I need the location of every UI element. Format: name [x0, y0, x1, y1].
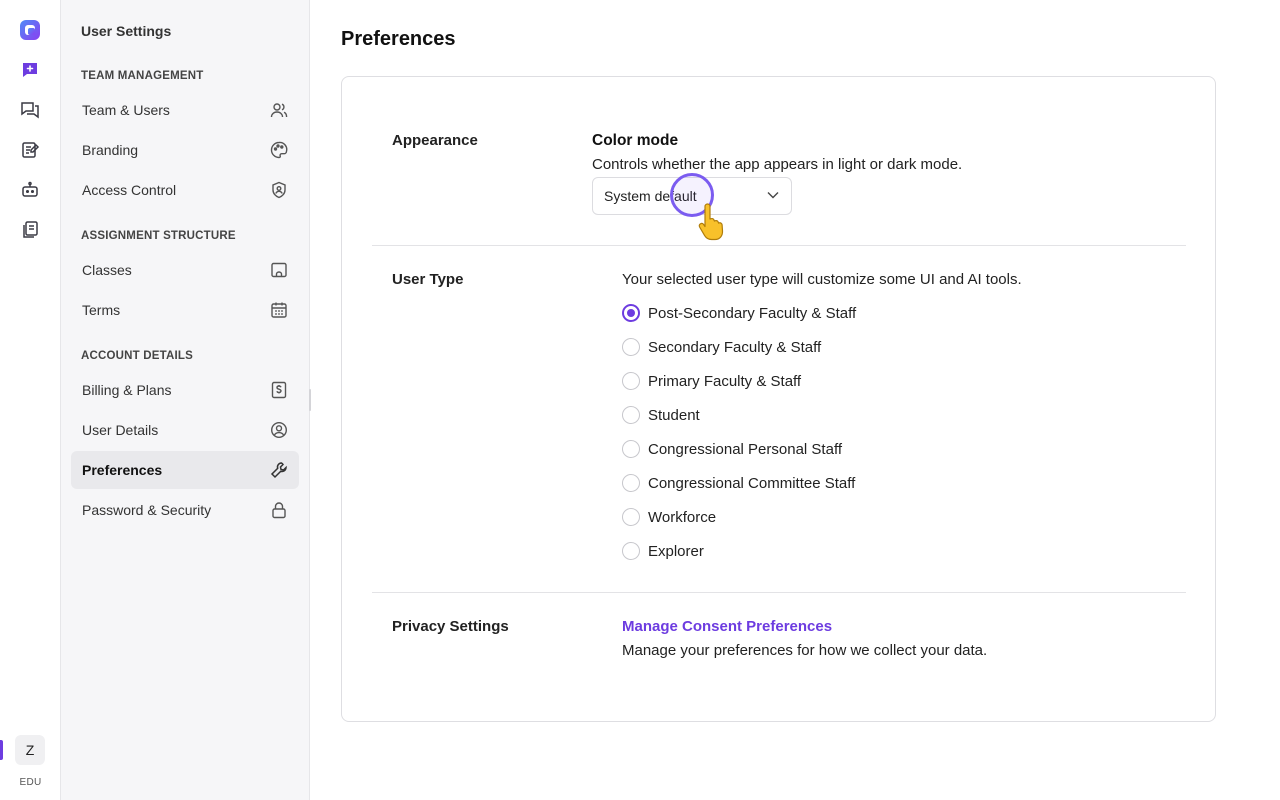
radio-button[interactable] — [622, 372, 640, 390]
radio-label: Congressional Personal Staff — [648, 440, 843, 458]
radio-button[interactable] — [622, 542, 640, 560]
radio-label: Student — [648, 406, 700, 424]
sidebar-item-label: Preferences — [82, 462, 163, 478]
section-divider — [372, 245, 1186, 246]
sidebar-item-terms[interactable]: Terms — [71, 291, 299, 329]
sidebar-item-billing-plans[interactable]: Billing & Plans — [71, 371, 299, 409]
radio-button[interactable] — [622, 304, 640, 322]
sidebar-item-user-details[interactable]: User Details — [71, 411, 299, 449]
sidebar-item-label: Access Control — [82, 182, 177, 198]
sidebar-item-label: Billing & Plans — [82, 382, 172, 398]
avatar[interactable]: Z — [15, 735, 45, 765]
radio-button[interactable] — [622, 474, 640, 492]
sidebar-item-classes[interactable]: Classes — [71, 251, 299, 289]
color-mode-select[interactable]: System default — [592, 177, 792, 215]
sidebar-item-preferences[interactable]: Preferences — [71, 451, 299, 489]
radio-button[interactable] — [622, 406, 640, 424]
notes-icon[interactable] — [18, 138, 42, 162]
active-indicator — [0, 740, 3, 760]
radio-button[interactable] — [622, 338, 640, 356]
classroom-icon — [270, 261, 288, 279]
sidebar-item-access-control[interactable]: Access Control — [71, 171, 299, 209]
radio-label: Workforce — [648, 508, 717, 526]
radio-post-secondary[interactable]: Post-Secondary Faculty & Staff — [622, 301, 856, 325]
lock-icon — [270, 501, 288, 519]
sidebar-resize-handle[interactable] — [309, 389, 311, 411]
user-circle-icon — [270, 421, 288, 439]
app-rail: Z EDU — [0, 0, 61, 800]
radio-workforce[interactable]: Workforce — [622, 505, 716, 529]
privacy-description: Manage your preferences for how we colle… — [622, 642, 988, 659]
manage-consent-link[interactable]: Manage Consent Preferences — [622, 618, 832, 635]
section-heading-account-details: ACCOUNT DETAILS — [81, 350, 194, 362]
wrench-icon — [270, 461, 288, 479]
sidebar-item-team-users[interactable]: Team & Users — [71, 91, 299, 129]
radio-label: Explorer — [648, 542, 704, 560]
sidebar-item-label: Classes — [82, 262, 132, 278]
radio-label: Secondary Faculty & Staff — [648, 338, 822, 356]
user-type-label: User Type — [392, 271, 464, 288]
users-icon — [270, 101, 288, 119]
radio-button[interactable] — [622, 440, 640, 458]
privacy-settings-label: Privacy Settings — [392, 618, 509, 635]
radio-congressional-personal[interactable]: Congressional Personal Staff — [622, 437, 842, 461]
color-mode-selected-value: System default — [604, 188, 697, 204]
dollar-icon — [270, 381, 288, 399]
bot-icon[interactable] — [18, 178, 42, 202]
sidebar-item-branding[interactable]: Branding — [71, 131, 299, 169]
sidebar-item-label: Team & Users — [82, 102, 170, 118]
avatar-letter: Z — [25, 742, 35, 758]
section-divider — [372, 592, 1186, 593]
page-title: Preferences — [341, 28, 456, 50]
sidebar-item-label: User Details — [82, 422, 159, 438]
new-chat-icon[interactable] — [18, 58, 42, 82]
preferences-card: Appearance Color mode Controls whether t… — [341, 76, 1216, 722]
radio-congressional-committee[interactable]: Congressional Committee Staff — [622, 471, 855, 495]
user-type-description: Your selected user type will customize s… — [622, 271, 1022, 288]
color-mode-title: Color mode — [592, 132, 679, 149]
calendar-icon — [270, 301, 288, 319]
shield-icon — [270, 181, 288, 199]
sidebar-title: User Settings — [81, 23, 172, 39]
sidebar-item-label: Password & Security — [82, 502, 212, 518]
documents-icon[interactable] — [18, 218, 42, 242]
plan-badge: EDU — [19, 777, 42, 788]
section-heading-team-management: TEAM MANAGEMENT — [81, 70, 204, 82]
radio-label: Congressional Committee Staff — [648, 474, 856, 492]
sidebar-item-label: Terms — [82, 302, 121, 318]
sidebar-item-password-security[interactable]: Password & Security — [71, 491, 299, 529]
sidebar-item-label: Branding — [82, 142, 139, 158]
radio-primary[interactable]: Primary Faculty & Staff — [622, 369, 801, 393]
radio-label: Post-Secondary Faculty & Staff — [648, 304, 857, 322]
section-heading-assignment-structure: ASSIGNMENT STRUCTURE — [81, 230, 236, 242]
chats-icon[interactable] — [18, 98, 42, 122]
radio-explorer[interactable]: Explorer — [622, 539, 704, 563]
radio-button[interactable] — [622, 508, 640, 526]
appearance-label: Appearance — [392, 132, 478, 149]
radio-label: Primary Faculty & Staff — [648, 372, 802, 390]
settings-sidebar: User Settings TEAM MANAGEMENT Team & Use… — [61, 0, 310, 800]
radio-student[interactable]: Student — [622, 403, 700, 427]
logo-icon[interactable] — [18, 18, 42, 42]
color-mode-description: Controls whether the app appears in ligh… — [592, 156, 963, 173]
palette-icon — [270, 141, 288, 159]
chevron-down-icon — [766, 188, 780, 205]
radio-secondary[interactable]: Secondary Faculty & Staff — [622, 335, 821, 359]
